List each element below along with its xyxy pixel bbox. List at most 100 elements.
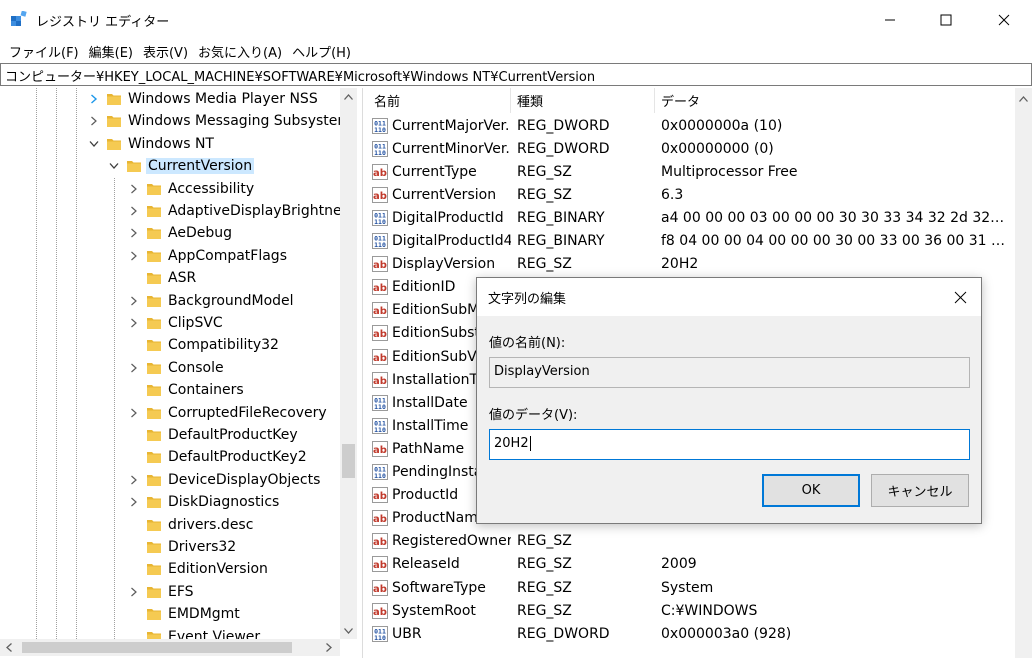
- dialog-close-button[interactable]: [945, 282, 975, 312]
- value-name-cell: 011 110 UBR: [368, 625, 511, 642]
- close-icon: [954, 291, 966, 303]
- value-row[interactable]: ab CurrentType REG_SZ Multiprocessor Free: [368, 160, 1015, 183]
- chevron-right-icon[interactable]: [86, 91, 102, 107]
- value-type-cell: REG_SZ: [517, 163, 572, 180]
- tree-item[interactable]: Accessibility: [126, 177, 257, 200]
- chevron-down-icon[interactable]: [106, 158, 122, 174]
- tree-item-label: BackgroundModel: [168, 292, 294, 309]
- folder-icon: [146, 271, 162, 285]
- chevron-right-icon[interactable]: [126, 584, 142, 600]
- tree-item[interactable]: DefaultProductKey2: [126, 446, 309, 469]
- tree-item[interactable]: EFS: [126, 580, 196, 603]
- tree-item[interactable]: drivers.desc: [126, 513, 256, 536]
- binary-value-icon: 011 110: [372, 625, 388, 642]
- tree-item[interactable]: Windows Messaging Subsystem: [86, 110, 340, 133]
- tree-item[interactable]: Console: [126, 356, 226, 379]
- value-row[interactable]: ab CurrentVersion REG_SZ 6.3: [368, 183, 1015, 206]
- tree-item-label: DeviceDisplayObjects: [168, 471, 321, 488]
- chevron-right-icon[interactable]: [126, 181, 142, 197]
- tree-item[interactable]: EMDMgmt: [126, 603, 242, 626]
- scroll-up-arrow-icon[interactable]: [340, 88, 357, 105]
- tree-item[interactable]: Containers: [126, 379, 246, 402]
- cancel-button[interactable]: キャンセル: [871, 474, 969, 507]
- tree-vertical-scrollbar[interactable]: [340, 88, 357, 639]
- string-value-icon: ab: [372, 186, 388, 203]
- tree-item[interactable]: Windows NT: [86, 132, 216, 155]
- tree-item[interactable]: EditionVersion: [126, 558, 270, 581]
- tree-item[interactable]: CurrentVersion: [106, 155, 255, 178]
- value-row[interactable]: 011 110 CurrentMinorVer... REG_DWORD 0x00000…: [368, 137, 1015, 160]
- chevron-right-icon[interactable]: [126, 225, 142, 241]
- value-data-cell: C:¥WINDOWS: [661, 602, 758, 619]
- value-name-cell: 011 110 CurrentMinorVer...: [368, 140, 511, 157]
- minimize-button[interactable]: [862, 0, 918, 40]
- chevron-right-icon[interactable]: [126, 203, 142, 219]
- scroll-right-arrow-icon[interactable]: [320, 639, 337, 656]
- chevron-right-icon[interactable]: [126, 315, 142, 331]
- column-header-type[interactable]: 種類: [511, 88, 655, 113]
- value-name-field[interactable]: DisplayVersion: [489, 357, 970, 388]
- chevron-right-icon[interactable]: [126, 472, 142, 488]
- value-name-text: EditionSubVe: [392, 348, 485, 365]
- chevron-right-icon[interactable]: [126, 293, 142, 309]
- value-row[interactable]: 011 110 UBR REG_DWORD 0x000003a0 (928): [368, 622, 1015, 645]
- menu-edit[interactable]: 編集(E): [84, 42, 138, 61]
- tree-item[interactable]: AppCompatFlags: [126, 244, 289, 267]
- tree-item[interactable]: DeviceDisplayObjects: [126, 468, 323, 491]
- chevron-right-icon[interactable]: [126, 494, 142, 510]
- maximize-button[interactable]: [918, 0, 974, 40]
- value-row[interactable]: 011 110 DigitalProductId REG_BINARY a4 00 00…: [368, 206, 1015, 229]
- value-row[interactable]: ab RegisteredOwner REG_SZ: [368, 530, 1015, 553]
- value-name-text: ReleaseId: [392, 556, 460, 573]
- value-type-cell: REG_SZ: [517, 186, 572, 203]
- tree-item[interactable]: ASR: [126, 267, 199, 290]
- chevron-right-icon[interactable]: [86, 113, 102, 129]
- tree-scroll-thumb[interactable]: [342, 444, 355, 478]
- column-header-data[interactable]: データ: [655, 88, 1015, 113]
- value-row[interactable]: 011 110 CurrentMajorVer... REG_DWORD 0x00000…: [368, 114, 1015, 137]
- chevron-down-icon[interactable]: [86, 136, 102, 152]
- value-row[interactable]: ab SystemRoot REG_SZ C:¥WINDOWS: [368, 599, 1015, 622]
- chevron-right-icon[interactable]: [126, 360, 142, 376]
- tree-item[interactable]: Drivers32: [126, 536, 239, 558]
- tree-item[interactable]: AeDebug: [126, 222, 234, 245]
- list-vertical-scrollbar[interactable]: [1015, 88, 1032, 658]
- string-value-icon: ab: [372, 279, 388, 296]
- chevron-right-icon[interactable]: [126, 405, 142, 421]
- value-row[interactable]: ab DisplayVersion REG_SZ 20H2: [368, 253, 1015, 276]
- chevron-right-icon[interactable]: [126, 248, 142, 264]
- value-data-input[interactable]: 20H2: [489, 429, 970, 460]
- tree-item-label: EMDMgmt: [168, 606, 240, 623]
- value-name-text: EditionID: [392, 279, 456, 296]
- tree-item[interactable]: ClipSVC: [126, 312, 225, 334]
- tree-hscroll-thumb[interactable]: [22, 642, 292, 653]
- tree-item[interactable]: DiskDiagnostics: [126, 491, 282, 514]
- tree-item-label: Compatibility32: [168, 337, 279, 354]
- tree-item[interactable]: Windows Media Player NSS: [86, 88, 320, 110]
- ok-button[interactable]: OK: [762, 474, 860, 507]
- menu-favorites[interactable]: お気に入り(A): [193, 42, 287, 61]
- scroll-down-arrow-icon[interactable]: [340, 622, 357, 639]
- tree-item[interactable]: AdaptiveDisplayBrightness: [126, 200, 340, 222]
- menu-file[interactable]: ファイル(F): [4, 42, 84, 61]
- value-row[interactable]: ab ReleaseId REG_SZ 2009: [368, 553, 1015, 576]
- folder-icon: [146, 226, 162, 240]
- scroll-up-arrow-icon[interactable]: [1015, 90, 1032, 107]
- tree-item[interactable]: BackgroundModel: [126, 289, 296, 312]
- close-button[interactable]: [976, 0, 1032, 40]
- tree-item[interactable]: Event Viewer: [126, 625, 263, 639]
- column-header-name[interactable]: 名前: [368, 88, 511, 113]
- value-name-text: DigitalProductId4: [392, 233, 511, 249]
- value-row[interactable]: ab SoftwareType REG_SZ System: [368, 576, 1015, 599]
- tree-item[interactable]: Compatibility32: [126, 334, 281, 357]
- tree-item[interactable]: DefaultProductKey: [126, 424, 300, 446]
- tree-horizontal-scrollbar[interactable]: [0, 639, 340, 656]
- value-name-cell: ab RegisteredOwner: [368, 533, 511, 550]
- tree-item[interactable]: CorruptedFileRecovery: [126, 401, 329, 424]
- address-bar[interactable]: コンピューター¥HKEY_LOCAL_MACHINE¥SOFTWARE¥Micr…: [0, 63, 1032, 86]
- value-row[interactable]: 011 110 DigitalProductId4 REG_BINARY f8 04 0…: [368, 230, 1015, 253]
- menu-help[interactable]: ヘルプ(H): [287, 42, 356, 61]
- menu-view[interactable]: 表示(V): [138, 42, 193, 61]
- scroll-left-arrow-icon[interactable]: [0, 639, 17, 656]
